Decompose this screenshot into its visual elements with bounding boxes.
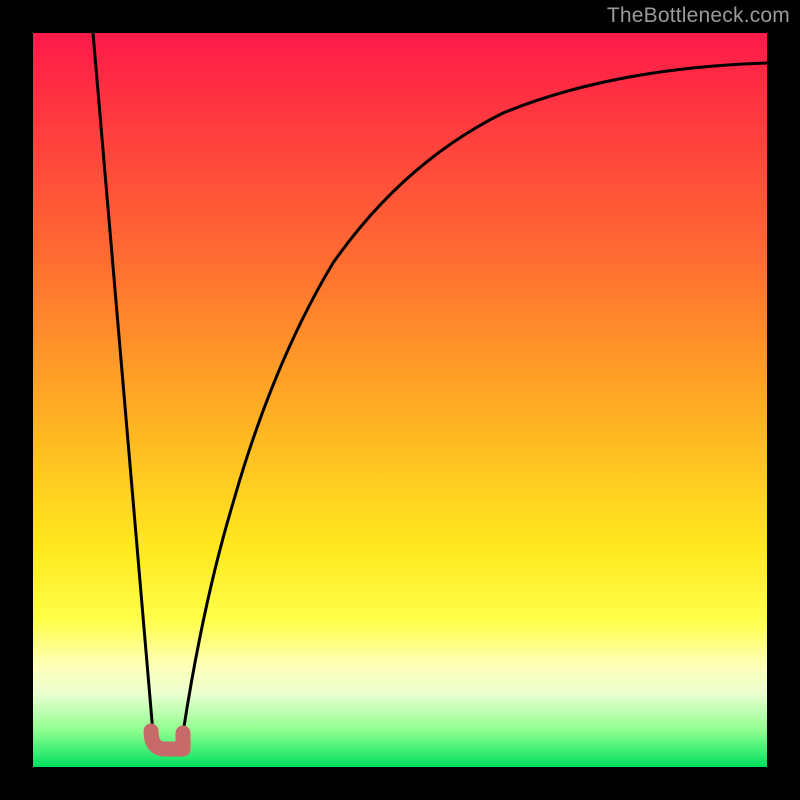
watermark-text: TheBottleneck.com [607, 4, 790, 28]
left-curve [93, 33, 153, 733]
chart-frame: TheBottleneck.com [0, 0, 800, 800]
curves-svg [33, 33, 767, 767]
right-curve [183, 63, 767, 733]
optimum-marker [151, 731, 183, 749]
plot-area [33, 33, 767, 767]
